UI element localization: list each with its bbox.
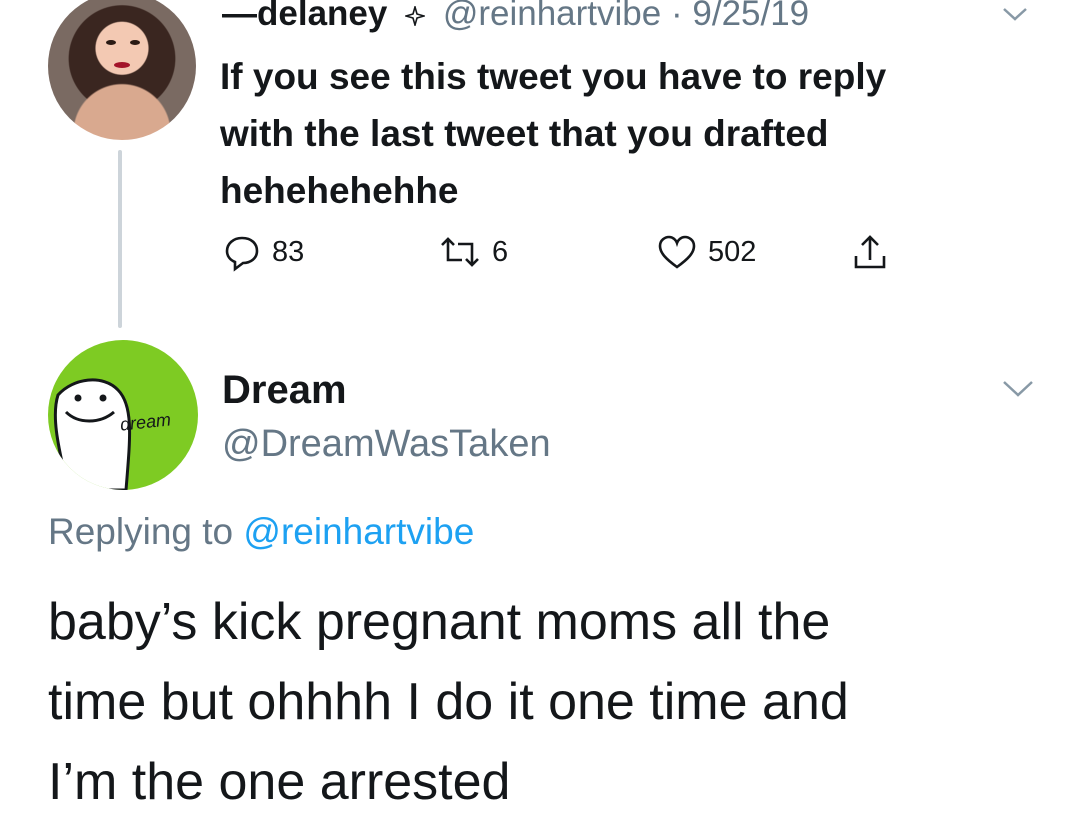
reply-button[interactable]: 83	[222, 232, 304, 272]
tweet-header: —delaney @reinhartvibe · 9/25/19	[222, 0, 809, 34]
display-name[interactable]: —delaney	[222, 0, 387, 33]
chevron-down-icon[interactable]	[1000, 376, 1036, 400]
share-button[interactable]	[850, 232, 900, 272]
retweet-icon	[441, 237, 479, 267]
heart-icon	[658, 235, 696, 269]
avatar-eye-left	[106, 40, 116, 45]
avatar-eye-right	[130, 40, 140, 45]
tweet-text-line: hehehehehhe	[220, 170, 459, 211]
tweet-text-line: I’m the one arrested	[48, 753, 511, 811]
share-icon	[854, 235, 886, 269]
chevron-down-icon[interactable]	[1000, 4, 1030, 24]
thread-line	[118, 150, 122, 328]
replying-prefix: Replying to	[48, 511, 234, 552]
reply-icon	[225, 236, 259, 272]
avatar-lips	[114, 62, 130, 68]
tweet-text-line: If you see this tweet you have to reply	[220, 56, 887, 97]
tweet-text-line: with the last tweet that you drafted	[220, 113, 829, 154]
separator: ·	[670, 0, 683, 33]
like-count: 502	[708, 235, 757, 268]
retweet-count: 6	[492, 235, 509, 268]
tweet-text: If you see this tweet you have to reply …	[220, 48, 1040, 219]
avatar[interactable]	[48, 0, 196, 140]
retweet-button[interactable]: 6	[438, 232, 508, 272]
replying-to: Replying to @reinhartvibe	[48, 508, 474, 556]
display-name[interactable]: Dream	[222, 366, 347, 414]
replying-handle-link[interactable]: @reinhartvibe	[243, 511, 474, 552]
username[interactable]: @DreamWasTaken	[222, 420, 551, 468]
tweet-text-line: baby’s kick pregnant moms all the	[48, 593, 831, 651]
reply-count: 83	[272, 235, 305, 268]
tweet-text: baby’s kick pregnant moms all the time b…	[48, 582, 1048, 822]
username[interactable]: @reinhartvibe	[443, 0, 661, 33]
tweet-date[interactable]: 9/25/19	[692, 0, 809, 33]
like-button[interactable]: 502	[656, 232, 756, 272]
sparkle-icon	[405, 5, 426, 26]
tweet-text-line: time but ohhhh I do it one time and	[48, 673, 849, 731]
